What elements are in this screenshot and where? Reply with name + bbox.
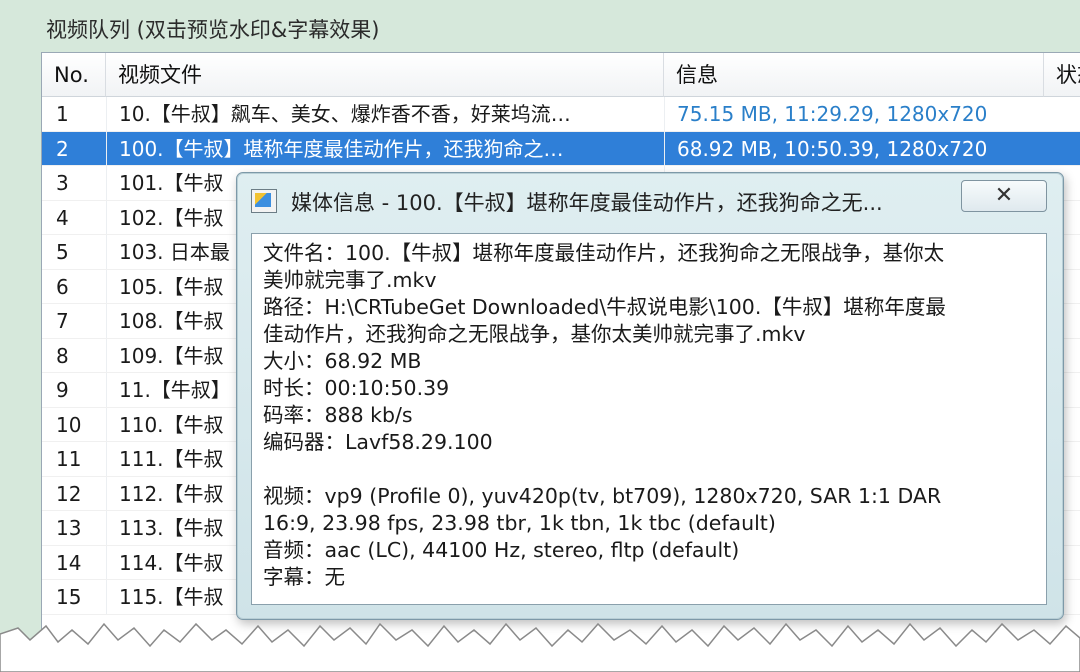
row-number: 2 [56, 136, 69, 161]
row-number: 5 [56, 240, 69, 264]
info-line: 大小：68.92 MB [263, 349, 422, 373]
table-row[interactable]: 1 10.【牛叔】飙车、美女、爆炸香不香，好莱坞流… 75.15 MB, 11:29… [42, 97, 1080, 132]
row-number: 13 [56, 516, 82, 540]
column-header-file[interactable]: 视频文件 [106, 53, 664, 97]
info-line: 字幕：无 [263, 565, 345, 589]
column-header-status[interactable]: 状态 [1044, 53, 1080, 97]
row-file-name: 10.【牛叔】飙车、美女、爆炸香不香，好莱坞流… [106, 97, 664, 131]
row-number: 12 [56, 481, 82, 506]
media-file-icon [251, 189, 277, 213]
media-info-text: 文件名：100.【牛叔】堪称年度最佳动作片，还我狗命之无限战争，基你太 美帅就完事… [263, 240, 1039, 591]
table-row[interactable]: 2 100.【牛叔】堪称年度最佳动作片，还我狗命之… 68.92 MB, 10:50… [42, 131, 1080, 166]
info-line: 美帅就完事了.mkv [263, 268, 437, 292]
column-header-info[interactable]: 信息 [664, 53, 1044, 97]
close-button[interactable]: ✕ [961, 180, 1047, 212]
panel-title: 视频队列 (双击预览水印&字幕效果) [46, 18, 380, 42]
media-info-panel: 文件名：100.【牛叔】堪称年度最佳动作片，还我狗命之无限战争，基你太 美帅就完事… [251, 233, 1047, 605]
close-icon: ✕ [994, 183, 1014, 208]
row-number: 9 [56, 378, 69, 402]
row-number: 10 [56, 412, 82, 437]
row-number: 11 [56, 447, 82, 471]
column-header-no[interactable]: No. [42, 53, 106, 97]
info-line [263, 456, 1039, 483]
info-line: 路径：H:\CRTubeGet Downloaded\牛叔说电影\100.【牛叔… [263, 295, 946, 319]
row-number: 7 [56, 309, 69, 333]
dialog-title: 媒体信息 - 100.【牛叔】堪称年度最佳动作片，还我狗命之无... [291, 191, 883, 215]
row-number: 4 [56, 205, 69, 230]
row-number: 6 [56, 274, 69, 299]
row-info: 68.92 MB, 10:50.39, 1280x720 [664, 131, 1044, 165]
row-number: 1 [56, 102, 69, 126]
row-info: 75.15 MB, 11:29.29, 1280x720 [664, 97, 1044, 131]
info-line: 16:9, 23.98 fps, 23.98 tbr, 1k tbn, 1k t… [263, 511, 776, 535]
info-line: 佳动作片，还我狗命之无限战争，基你太美帅就完事了.mkv [263, 322, 806, 346]
info-line: 时长：00:10:50.39 [263, 376, 450, 400]
info-line: 音频：aac (LC), 44100 Hz, stereo, fltp (def… [263, 538, 740, 562]
torn-edge [0, 622, 1080, 672]
media-info-dialog: 媒体信息 - 100.【牛叔】堪称年度最佳动作片，还我狗命之无... ✕ 文件名… [236, 172, 1064, 620]
info-line: 视频：vp9 (Profile 0), yuv420p(tv, bt709), … [263, 484, 942, 508]
info-line: 码率：888 kb/s [263, 403, 413, 427]
info-line: 编码器：Lavf58.29.100 [263, 430, 493, 454]
row-number: 8 [56, 343, 69, 368]
row-number: 14 [56, 550, 82, 575]
row-number: 3 [56, 171, 69, 195]
info-line: 文件名：100.【牛叔】堪称年度最佳动作片，还我狗命之无限战争，基你太 [263, 241, 945, 265]
row-file-name: 100.【牛叔】堪称年度最佳动作片，还我狗命之… [106, 131, 664, 165]
